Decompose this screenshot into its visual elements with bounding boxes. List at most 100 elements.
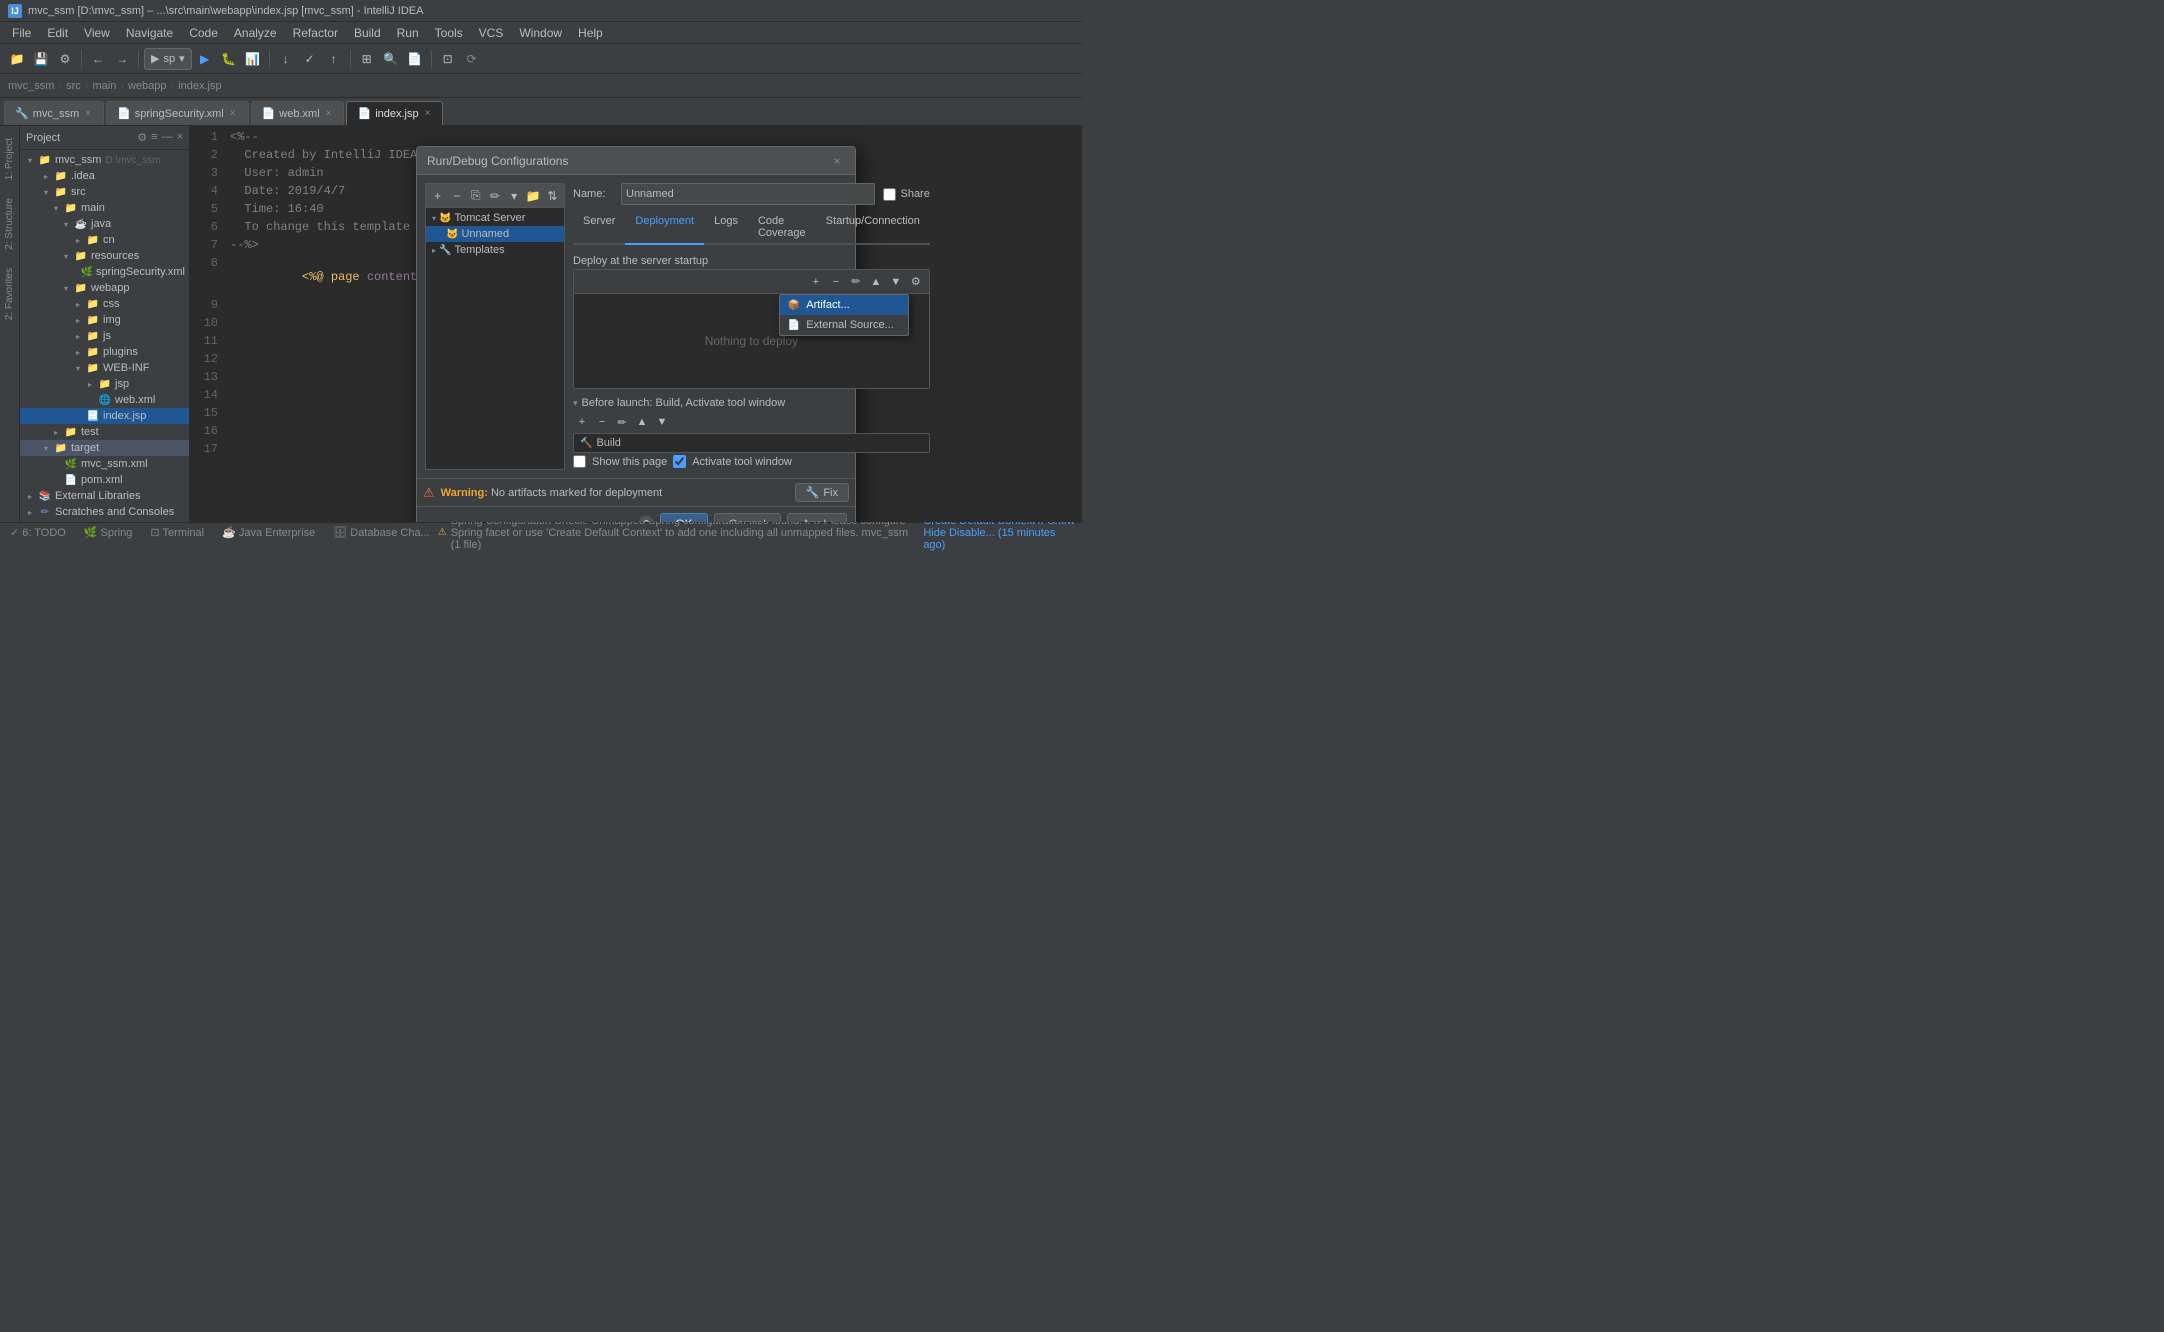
- menu-refactor[interactable]: Refactor: [285, 24, 346, 42]
- tree-item-springsecurity[interactable]: 🌿 springSecurity.xml: [20, 264, 189, 280]
- tree-item-scratches[interactable]: ▸ ✏ Scratches and Consoles: [20, 504, 189, 520]
- tree-item-plugins[interactable]: ▸ 📁 plugins: [20, 344, 189, 360]
- menu-help[interactable]: Help: [570, 24, 611, 42]
- tree-item-jsp[interactable]: ▸ 📁 jsp: [20, 376, 189, 392]
- save-btn[interactable]: 💾: [30, 48, 52, 70]
- dlg-add-btn[interactable]: +: [430, 187, 445, 205]
- ok-button[interactable]: OK: [660, 513, 707, 522]
- tab-mvc-ssm[interactable]: 🔧 mvc_ssm ×: [4, 101, 104, 125]
- tab-logs[interactable]: Logs: [704, 211, 748, 245]
- tree-root[interactable]: ▾ 📁 mvc_ssm D:\mvc_ssm: [20, 152, 189, 168]
- before-launch-header[interactable]: ▾ Before launch: Build, Activate tool wi…: [573, 395, 930, 411]
- tab-web-xml[interactable]: 📄 web.xml ×: [251, 101, 345, 125]
- dialog-close-btn[interactable]: ×: [829, 153, 845, 169]
- side-tab-project[interactable]: 1: Project: [1, 130, 18, 188]
- dlg-tree-tomcat[interactable]: ▾ 🐱 Tomcat Server: [426, 210, 564, 226]
- menu-vcs[interactable]: VCS: [471, 24, 512, 42]
- tree-item-target[interactable]: ▾ 📁 target: [20, 440, 189, 456]
- deploy-add-btn[interactable]: +: [807, 273, 825, 291]
- deploy-remove-btn[interactable]: −: [827, 273, 845, 291]
- search-everywhere-btn[interactable]: 🔍: [380, 48, 402, 70]
- menu-view[interactable]: View: [76, 24, 118, 42]
- tree-item-test[interactable]: ▸ 📁 test: [20, 424, 189, 440]
- tree-item-css[interactable]: ▸ 📁 css: [20, 296, 189, 312]
- dlg-edit-btn[interactable]: ✏: [487, 187, 502, 205]
- deploy-edit-btn[interactable]: ✏: [847, 273, 865, 291]
- bl-down-btn[interactable]: ▼: [653, 413, 671, 431]
- dlg-remove-btn[interactable]: −: [449, 187, 464, 205]
- bl-add-btn[interactable]: +: [573, 413, 591, 431]
- project-close-icon[interactable]: ×: [177, 131, 183, 144]
- cancel-button[interactable]: Cancel: [714, 513, 781, 522]
- tab-close-web[interactable]: ×: [324, 107, 334, 120]
- menu-navigate[interactable]: Navigate: [118, 24, 181, 42]
- share-checkbox[interactable]: [883, 188, 896, 201]
- open-folder-btn[interactable]: 📁: [6, 48, 28, 70]
- tree-item-extlibs[interactable]: ▸ 📚 External Libraries: [20, 488, 189, 504]
- tree-item-mvcxml[interactable]: 🌿 mvc_ssm.xml: [20, 456, 189, 472]
- menu-tools[interactable]: Tools: [427, 24, 471, 42]
- dropdown-artifact[interactable]: 📦 Artifact...: [780, 295, 908, 315]
- tree-item-indexjsp[interactable]: 📃 index.jsp: [20, 408, 189, 424]
- side-tab-structure[interactable]: 2: Structure: [1, 190, 18, 258]
- menu-code[interactable]: Code: [181, 24, 226, 42]
- run-config-dropdown[interactable]: ▶ sp ▾: [144, 48, 192, 70]
- vcs-push-btn[interactable]: ↑: [323, 48, 345, 70]
- dlg-tree-templates[interactable]: ▸ 🔧 Templates: [426, 242, 564, 258]
- tree-item-webapp[interactable]: ▾ 📁 webapp: [20, 280, 189, 296]
- tree-item-js[interactable]: ▸ 📁 js: [20, 328, 189, 344]
- status-tab-spring[interactable]: 🌿 Spring: [80, 526, 137, 539]
- project-settings-icon[interactable]: ⚙: [137, 131, 147, 144]
- deploy-up-btn[interactable]: ▲: [867, 273, 885, 291]
- project-minimize-icon[interactable]: —: [162, 131, 173, 144]
- tab-index-jsp[interactable]: 📄 index.jsp ×: [346, 101, 443, 125]
- menu-file[interactable]: File: [4, 24, 39, 42]
- bl-remove-btn[interactable]: −: [593, 413, 611, 431]
- tree-item-main[interactable]: ▾ 📁 main: [20, 200, 189, 216]
- dlg-tree-unnamed[interactable]: 🐱 Unnamed: [426, 226, 564, 242]
- breadcrumb-main[interactable]: main: [92, 80, 116, 92]
- run-btn[interactable]: ▶: [194, 48, 216, 70]
- bl-edit-btn[interactable]: ✏: [613, 413, 631, 431]
- structure-btn[interactable]: ⊞: [356, 48, 378, 70]
- status-tab-database[interactable]: 🗄 Database Cha...: [329, 526, 433, 539]
- menu-run[interactable]: Run: [389, 24, 427, 42]
- status-tab-terminal[interactable]: ⊡ Terminal: [146, 526, 208, 539]
- back-btn[interactable]: ←: [87, 48, 109, 70]
- bl-up-btn[interactable]: ▲: [633, 413, 651, 431]
- vcs-update-btn[interactable]: ↓: [275, 48, 297, 70]
- tree-item-src[interactable]: ▾ 📁 src: [20, 184, 189, 200]
- status-tab-java-enterprise[interactable]: ☕ Java Enterprise: [218, 526, 319, 539]
- breadcrumb-webapp[interactable]: webapp: [128, 80, 167, 92]
- terminal-btn[interactable]: ⊡: [437, 48, 459, 70]
- menu-build[interactable]: Build: [346, 24, 389, 42]
- settings-btn[interactable]: ⚙: [54, 48, 76, 70]
- dlg-copy-btn[interactable]: ⎘: [468, 187, 483, 205]
- search-files-btn[interactable]: 📄: [404, 48, 426, 70]
- project-layout-icon[interactable]: ≡: [151, 131, 157, 144]
- tree-item-resources[interactable]: ▾ 📁 resources: [20, 248, 189, 264]
- tab-spring-security[interactable]: 📄 springSecurity.xml ×: [106, 101, 249, 125]
- tab-startup-connection[interactable]: Startup/Connection: [816, 211, 930, 245]
- debug-btn[interactable]: 🐛: [218, 48, 240, 70]
- name-input[interactable]: [621, 183, 875, 205]
- fix-button[interactable]: 🔧 Fix: [795, 483, 849, 502]
- menu-analyze[interactable]: Analyze: [226, 24, 285, 42]
- activate-tool-window-checkbox[interactable]: [673, 455, 686, 468]
- side-tab-favorites[interactable]: 2: Favorites: [1, 260, 18, 328]
- dlg-arrow-btn[interactable]: ▾: [507, 187, 522, 205]
- apply-button[interactable]: Apply: [787, 513, 847, 522]
- dropdown-external[interactable]: 📄 External Source...: [780, 315, 908, 335]
- forward-btn[interactable]: →: [111, 48, 133, 70]
- tree-item-java[interactable]: ▾ ☕ java: [20, 216, 189, 232]
- tab-close-mvc[interactable]: ×: [83, 107, 93, 120]
- dlg-sort-btn[interactable]: ⇅: [545, 187, 560, 205]
- menu-window[interactable]: Window: [511, 24, 570, 42]
- coverage-btn[interactable]: 📊: [242, 48, 264, 70]
- breadcrumb-project[interactable]: mvc_ssm: [8, 80, 54, 92]
- tab-close-index[interactable]: ×: [423, 107, 433, 120]
- tab-server[interactable]: Server: [573, 211, 625, 245]
- tab-deployment[interactable]: Deployment: [625, 211, 704, 245]
- tree-item-pomxml[interactable]: 📄 pom.xml: [20, 472, 189, 488]
- tree-item-img[interactable]: ▸ 📁 img: [20, 312, 189, 328]
